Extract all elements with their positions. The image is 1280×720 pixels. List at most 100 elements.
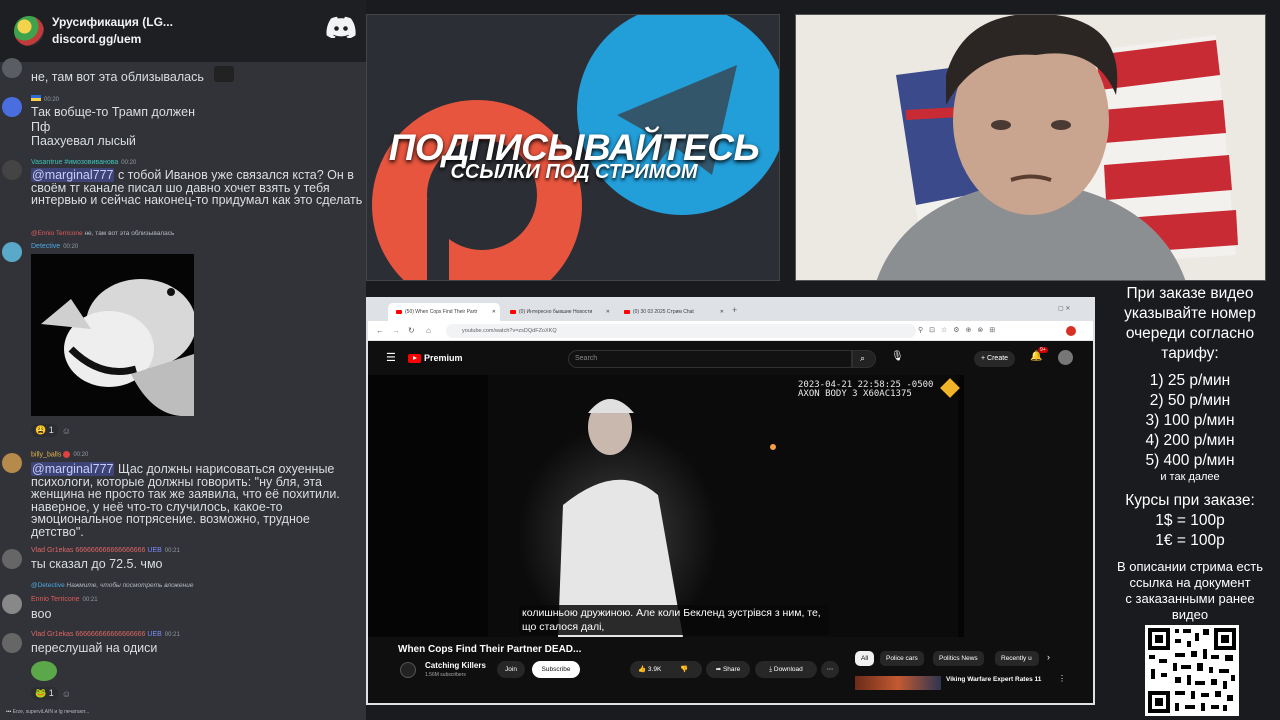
role-badge: UEB [147, 631, 162, 638]
server-invite[interactable]: discord.gg/uem [52, 31, 173, 48]
add-reaction-icon[interactable]: ☺ [62, 689, 71, 699]
close-tab-icon[interactable]: ✕ [492, 309, 496, 315]
typing-text: Erze, superviLAIN и Ig печатают... [12, 709, 90, 715]
video-player[interactable]: 2023-04-21 22:58:25 -0500 AXON BODY 3 X6… [368, 375, 964, 637]
more-vert-icon[interactable]: ⋮ [1058, 674, 1066, 683]
thumbs-down-icon[interactable]: 👎 [680, 661, 688, 678]
forward-icon[interactable]: → [392, 326, 400, 335]
join-button[interactable]: Join [497, 661, 525, 678]
microphone-icon[interactable]: 🎙 [891, 351, 904, 362]
info-text: очереди согласно [1125, 325, 1255, 342]
reply-author[interactable]: @Detective [31, 582, 65, 589]
reply-text[interactable]: Нажмите, чтобы посмотреть вложение [67, 582, 194, 589]
message-text: Паахуевал лысый [31, 134, 136, 148]
new-tab-icon[interactable]: + [732, 305, 737, 315]
reply-text[interactable]: не, там вот эта облизывалась [84, 230, 174, 237]
close-tab-icon[interactable]: ✕ [606, 309, 610, 315]
youtube-logo[interactable]: Premium [408, 353, 463, 363]
emoji-icon [214, 66, 234, 82]
chip-police-cars[interactable]: Police cars [880, 651, 924, 666]
close-tab-icon[interactable]: ✕ [720, 309, 724, 315]
browser-toolbar: ← → ↻ ⌂ youtube.com/watch?v=zsDQdFZoXKQ … [368, 321, 1093, 341]
avatar[interactable] [1058, 350, 1073, 365]
menu-icon[interactable]: ☰ [386, 351, 396, 364]
reaction[interactable]: 🐸 1 ☺ [31, 687, 71, 700]
subscribe-banner: ПОДПИСЫВАЙТЕСЬ ССЫЛКИ ПОД СТРИМОМ [366, 14, 780, 281]
browser-tab[interactable]: (0) 30 03 2025 Стрим Chat ✕ [616, 303, 728, 321]
pepe-emoji-icon [31, 661, 57, 681]
channel-subscribers: 1.56M subscribers [425, 672, 466, 678]
info-text: с заказанными ранее [1125, 591, 1255, 606]
channel-name[interactable]: Catching Killers [425, 661, 486, 670]
avatar[interactable] [2, 594, 22, 614]
avatar[interactable] [2, 549, 22, 569]
subscribe-button[interactable]: Subscribe [532, 661, 580, 678]
message-text: Так вобще-то Трамп должен [31, 105, 196, 119]
avatar[interactable] [2, 97, 22, 117]
browser-tab[interactable]: (50) When Cops Find Their Partr ✕ [388, 303, 500, 321]
add-reaction-icon[interactable]: ☺ [62, 426, 71, 436]
thumbs-up-icon: 👍 [638, 666, 647, 673]
author-suffix: 1ekas 666666666666666666 [54, 631, 146, 638]
emoji-icon: 🐸 [35, 688, 47, 698]
message-author[interactable]: Detective [31, 243, 60, 250]
message-time: 00:21 [164, 548, 180, 554]
order-info-panel: При заказе видео указывайте номер очеред… [1100, 284, 1280, 720]
related-video-title[interactable]: Viking Warfare Expert Rates 11 [946, 676, 1041, 683]
address-bar[interactable]: youtube.com/watch?v=zsDQdFZoXKQ [446, 324, 916, 338]
message-author[interactable]: Vlad Gr [31, 631, 55, 638]
reaction[interactable]: 😩 1 ☺ [31, 424, 71, 437]
reload-icon[interactable]: ↻ [408, 326, 415, 335]
reply-author[interactable]: @Ennio Terricone [31, 230, 83, 237]
youtube-premium-label: Premium [424, 353, 463, 363]
home-icon[interactable]: ⌂ [426, 326, 431, 335]
reaction-count: 1 [48, 425, 54, 435]
tab-title: (0) 30 03 2025 Стрим Chat [633, 309, 694, 315]
like-button[interactable]: 👍 3.9K 👎 [630, 661, 702, 678]
chip-recently[interactable]: Recently u [995, 651, 1039, 666]
profile-icon[interactable] [1066, 326, 1076, 336]
search-button[interactable]: ⌕ [852, 350, 876, 368]
download-label: Download [773, 666, 803, 673]
extension-icons[interactable]: ⚲⊡☆⚙⊕⊗⊞ [918, 326, 1001, 334]
chip-politics-news[interactable]: Politics News [933, 651, 984, 666]
message-time: 00:21 [164, 632, 180, 638]
create-button[interactable]: + Create [974, 351, 1016, 367]
more-options-icon[interactable]: ⋯ [821, 661, 839, 678]
sidebar-placeholder [964, 375, 1093, 637]
message-time: 00:20 [73, 452, 89, 459]
message-author[interactable]: Vasantrue [31, 159, 62, 166]
tariff-item: 3) 100 р/мин [1145, 412, 1235, 429]
youtube-page: ☰ Premium Search ⌕ 🎙 + Create 🔔 9+ 2023-… [368, 341, 1093, 703]
avatar[interactable] [2, 453, 22, 473]
image-attachment[interactable] [31, 254, 194, 416]
back-icon[interactable]: ← [376, 326, 384, 335]
server-icon[interactable] [14, 16, 44, 46]
message-author[interactable]: Vlad Gr [31, 547, 55, 554]
message-author[interactable]: Ennio Terricone [31, 596, 80, 603]
avatar[interactable] [2, 242, 22, 262]
message-text: воо [31, 607, 52, 621]
channel-avatar[interactable] [400, 662, 416, 678]
video-subtitles: колишньою дружиною. Але коли Бекленд зус… [519, 605, 829, 635]
tariff-item: 2) 50 р/мин [1149, 392, 1231, 409]
window-controls-icon[interactable]: ▢ ✕ [1058, 305, 1070, 312]
avatar[interactable] [2, 58, 22, 78]
download-icon: ⤓ [769, 666, 773, 673]
cat-image [31, 254, 194, 416]
role-badge: UEB [147, 547, 162, 554]
share-button[interactable]: ➦ Share [706, 661, 750, 678]
avatar[interactable] [2, 160, 22, 180]
browser-tab[interactable]: (0) Интересно бывшие Новости ✕ [502, 303, 614, 321]
message-time: 00:20 [44, 97, 60, 103]
message-author[interactable]: billy_balls [31, 451, 61, 458]
chevron-right-icon[interactable]: › [1047, 652, 1050, 662]
bodycam-overlay: 2023-04-21 22:58:25 -0500 AXON BODY 3 X6… [798, 380, 934, 399]
related-video-thumbnail[interactable] [855, 676, 941, 690]
chip-all[interactable]: All [855, 651, 875, 666]
info-text: указывайте номер [1124, 305, 1256, 322]
search-input[interactable]: Search [568, 350, 852, 368]
download-button[interactable]: ⤓ Download [755, 661, 817, 678]
avatar[interactable] [2, 633, 22, 653]
reaction-count: 1 [48, 688, 54, 698]
